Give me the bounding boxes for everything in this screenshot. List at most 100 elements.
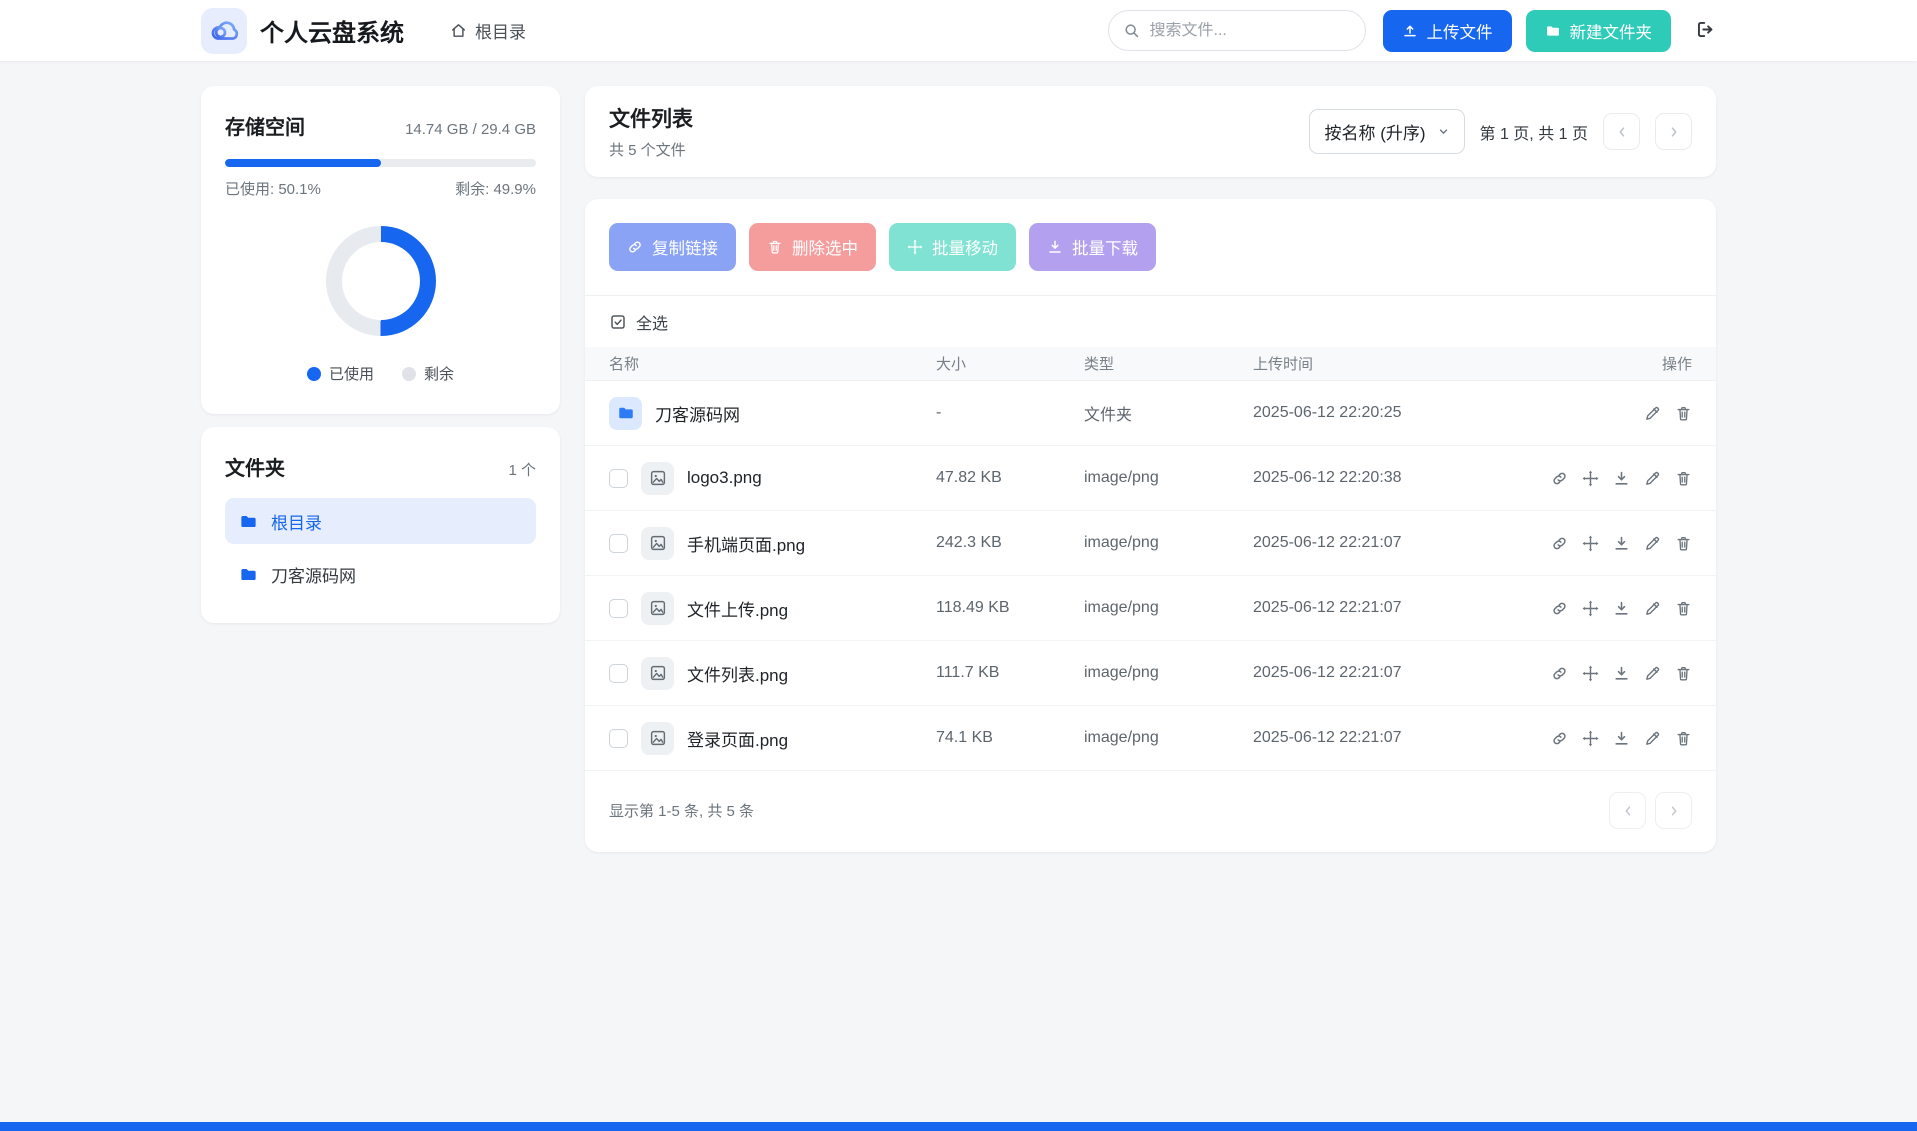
storage-usage-text: 14.74 GB / 29.4 GB (405, 121, 536, 138)
folder-icon (239, 512, 258, 531)
download-icon[interactable] (1613, 535, 1630, 552)
col-time: 上传时间 (1253, 353, 1662, 374)
upload-file-button[interactable]: 上传文件 (1383, 10, 1512, 52)
row-checkbox[interactable] (609, 534, 628, 553)
navbar: 个人云盘系统 根目录 上传文件 新建文件夹 (0, 0, 1917, 61)
file-name[interactable]: 文件上传.png (687, 596, 788, 621)
list-footer: 显示第 1-5 条, 共 5 条 (585, 771, 1716, 850)
image-file-icon (641, 462, 674, 495)
breadcrumb-label: 根目录 (475, 18, 526, 43)
sidebar: 存储空间 14.74 GB / 29.4 GB 已使用: 50.1% 剩余: 4… (201, 86, 560, 623)
search-box (1108, 10, 1366, 51)
file-name[interactable]: 刀客源码网 (655, 401, 740, 426)
table-row[interactable]: 文件上传.png 118.49 KB image/png 2025-06-12 … (585, 576, 1716, 641)
delete-icon[interactable] (1675, 730, 1692, 747)
sign-out-icon (1695, 19, 1716, 40)
move-icon[interactable] (1582, 470, 1599, 487)
file-name[interactable]: 手机端页面.png (687, 531, 805, 556)
delete-icon[interactable] (1675, 535, 1692, 552)
check-square-icon (609, 313, 627, 331)
edit-icon[interactable] (1644, 730, 1661, 747)
new-folder-label: 新建文件夹 (1570, 19, 1653, 43)
footer-next-page-button[interactable] (1655, 792, 1692, 829)
sidebar-folder-root[interactable]: 根目录 (225, 498, 536, 544)
download-icon[interactable] (1613, 600, 1630, 617)
logout-button[interactable] (1695, 19, 1716, 43)
move-icon[interactable] (1582, 535, 1599, 552)
storage-progress-fill (225, 159, 381, 167)
col-actions: 操作 (1662, 353, 1692, 374)
prev-page-button[interactable] (1603, 113, 1640, 150)
link-icon[interactable] (1551, 730, 1568, 747)
copy-link-button[interactable]: 复制链接 (609, 223, 736, 271)
storage-card: 存储空间 14.74 GB / 29.4 GB 已使用: 50.1% 剩余: 4… (201, 86, 560, 414)
table-row[interactable]: 登录页面.png 74.1 KB image/png 2025-06-12 22… (585, 706, 1716, 771)
delete-icon[interactable] (1675, 600, 1692, 617)
sort-dropdown-value: 按名称 (升序) (1324, 119, 1425, 144)
file-time: 2025-06-12 22:21:07 (1253, 534, 1551, 552)
file-size: 118.49 KB (936, 599, 1084, 617)
file-name[interactable]: logo3.png (687, 468, 762, 488)
storage-progress (225, 159, 536, 167)
row-checkbox[interactable] (609, 469, 628, 488)
delete-icon[interactable] (1675, 665, 1692, 682)
cloud-icon (209, 15, 240, 46)
link-icon[interactable] (1551, 665, 1568, 682)
edit-icon[interactable] (1644, 470, 1661, 487)
trash-icon (767, 239, 783, 255)
file-type: image/png (1084, 664, 1253, 682)
move-icon[interactable] (1582, 665, 1599, 682)
select-all[interactable]: 全选 (585, 296, 1716, 347)
legend-used-label: 已使用 (329, 363, 374, 384)
row-checkbox[interactable] (609, 729, 628, 748)
file-name[interactable]: 文件列表.png (687, 661, 788, 686)
download-icon[interactable] (1613, 470, 1630, 487)
edit-icon[interactable] (1644, 600, 1661, 617)
file-type: 文件夹 (1084, 401, 1253, 425)
table-row[interactable]: logo3.png 47.82 KB image/png 2025-06-12 … (585, 446, 1716, 511)
download-icon[interactable] (1613, 730, 1630, 747)
download-icon[interactable] (1613, 665, 1630, 682)
home-icon (450, 22, 467, 39)
table-row[interactable]: 文件列表.png 111.7 KB image/png 2025-06-12 2… (585, 641, 1716, 706)
row-checkbox[interactable] (609, 664, 628, 683)
batch-move-button[interactable]: 批量移动 (889, 223, 1016, 271)
delete-icon[interactable] (1675, 470, 1692, 487)
delete-selected-button[interactable]: 删除选中 (749, 223, 876, 271)
main-panel: 文件列表 共 5 个文件 按名称 (升序) 第 1 页, 共 1 页 (585, 86, 1716, 852)
edit-icon[interactable] (1644, 405, 1661, 422)
image-file-icon (641, 592, 674, 625)
search-input[interactable] (1150, 22, 1357, 40)
bottom-bar (0, 1122, 1917, 1131)
new-folder-button[interactable]: 新建文件夹 (1526, 10, 1672, 52)
edit-icon[interactable] (1644, 535, 1661, 552)
file-size: 242.3 KB (936, 534, 1084, 552)
delete-icon[interactable] (1675, 405, 1692, 422)
breadcrumb[interactable]: 根目录 (450, 18, 526, 43)
row-checkbox[interactable] (609, 599, 628, 618)
file-size: - (936, 404, 1084, 422)
legend-free-label: 剩余 (424, 363, 454, 384)
folders-title: 文件夹 (225, 452, 285, 481)
table-row-folder[interactable]: 刀客源码网 - 文件夹 2025-06-12 22:20:25 (585, 381, 1716, 446)
folder-item-label: 根目录 (271, 509, 322, 534)
next-page-button[interactable] (1655, 113, 1692, 150)
link-icon[interactable] (1551, 535, 1568, 552)
link-icon[interactable] (1551, 600, 1568, 617)
batch-download-button[interactable]: 批量下载 (1029, 223, 1156, 271)
sidebar-folder-item[interactable]: 刀客源码网 (225, 551, 536, 597)
table-row[interactable]: 手机端页面.png 242.3 KB image/png 2025-06-12 … (585, 511, 1716, 576)
folder-icon (1545, 23, 1561, 39)
move-icon[interactable] (1582, 600, 1599, 617)
link-icon[interactable] (1551, 470, 1568, 487)
footer-prev-page-button[interactable] (1609, 792, 1646, 829)
file-time: 2025-06-12 22:21:07 (1253, 599, 1551, 617)
file-time: 2025-06-12 22:21:07 (1253, 729, 1551, 747)
file-name[interactable]: 登录页面.png (687, 726, 788, 751)
move-icon (907, 239, 923, 255)
move-icon[interactable] (1582, 730, 1599, 747)
download-icon (1047, 239, 1063, 255)
sort-dropdown[interactable]: 按名称 (升序) (1309, 109, 1464, 154)
edit-icon[interactable] (1644, 665, 1661, 682)
chevron-down-icon (1437, 125, 1450, 138)
